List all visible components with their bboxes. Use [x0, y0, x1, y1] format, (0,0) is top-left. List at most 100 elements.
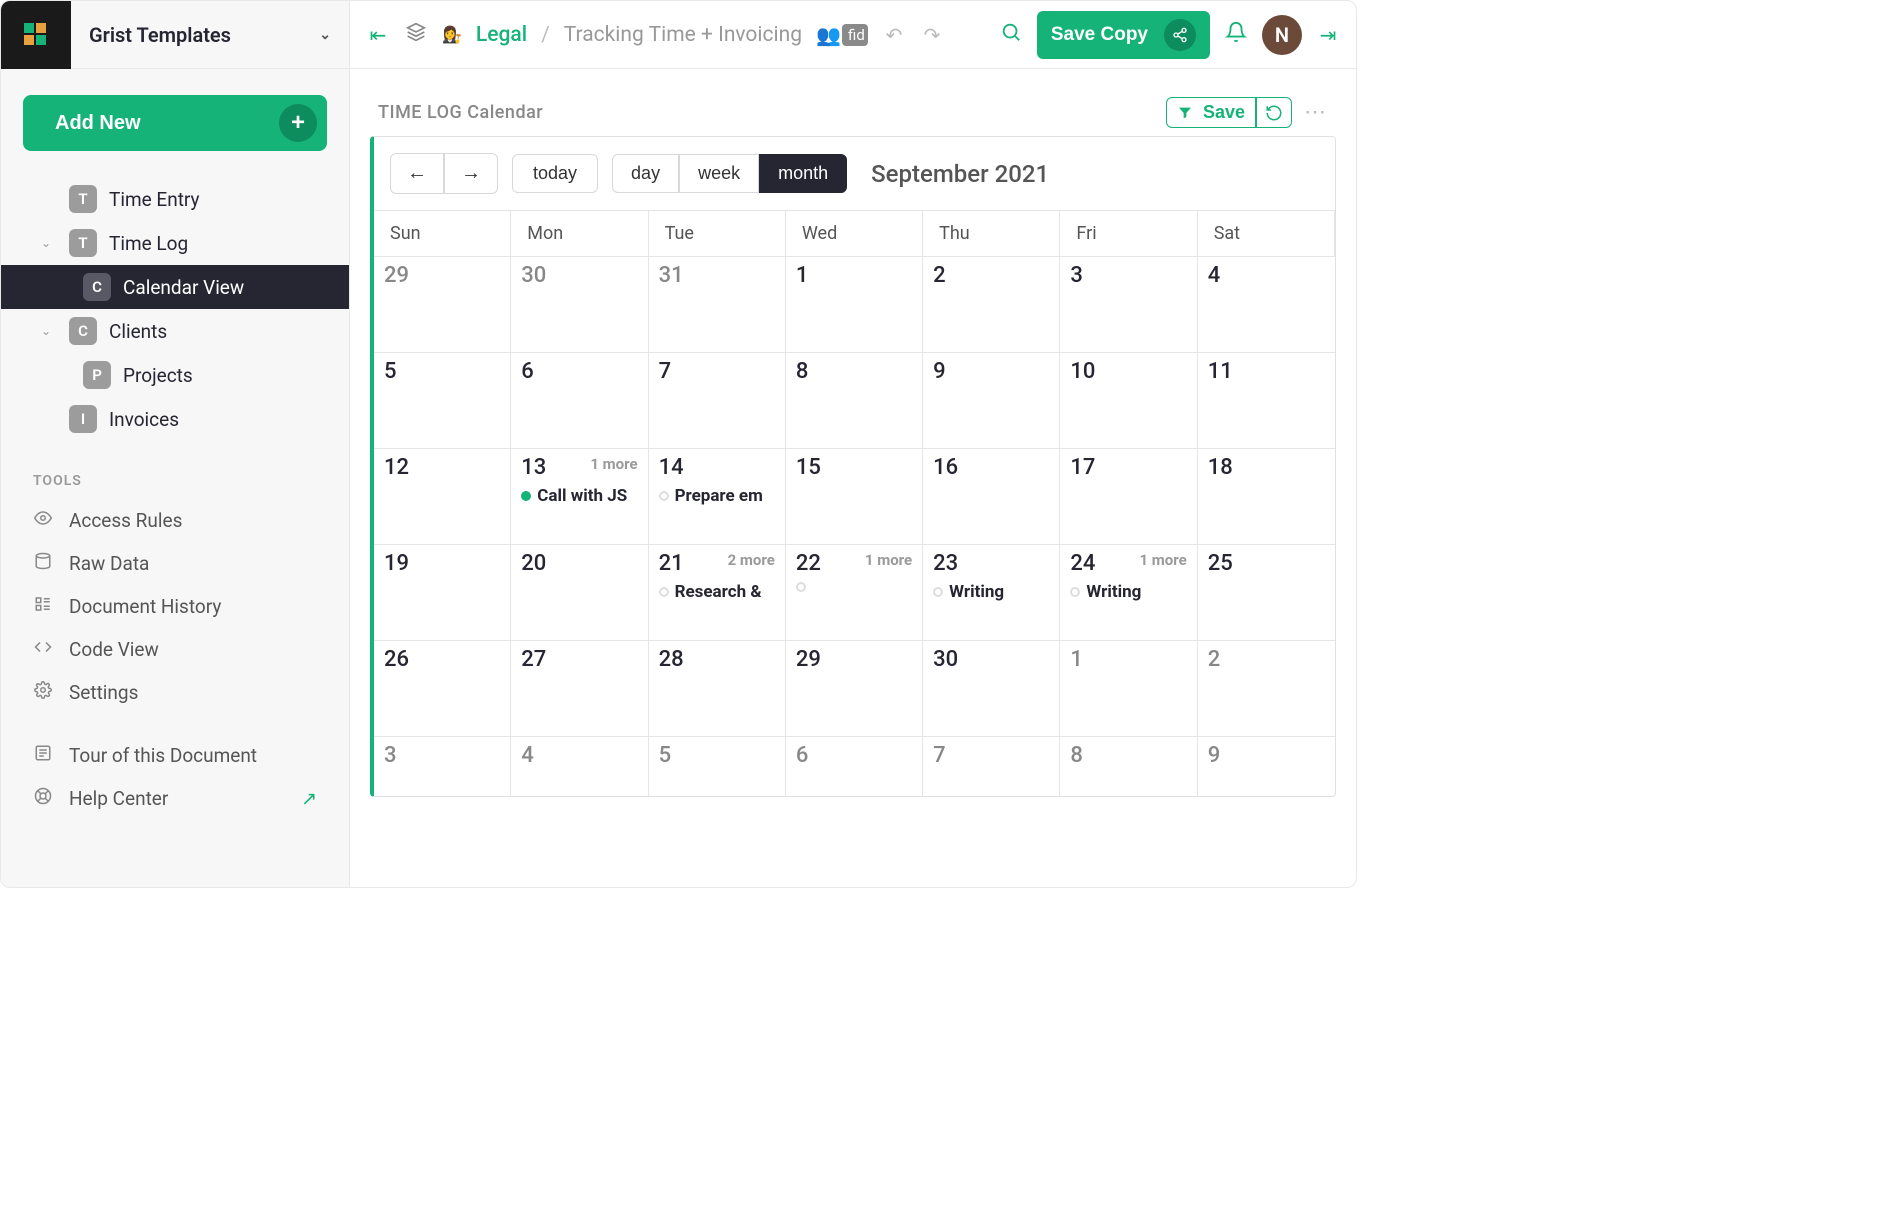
workspace-switcher[interactable]: Grist Templates ⌄	[71, 23, 349, 47]
tool-access-rules[interactable]: Access Rules	[1, 499, 349, 542]
calendar-day[interactable]: 18	[1198, 448, 1335, 544]
tool-code-view[interactable]: Code View	[1, 628, 349, 671]
calendar-day[interactable]: 12	[374, 448, 511, 544]
calendar-day[interactable]: 27	[511, 640, 648, 736]
nav-toggle-icon: ⌄	[41, 236, 57, 250]
more-badge[interactable]: 1 more	[590, 455, 637, 473]
calendar-day[interactable]: 1	[786, 256, 923, 352]
calendar-day[interactable]: 23Writing	[923, 544, 1060, 640]
users-indicator[interactable]: 👥 fid	[816, 23, 868, 47]
more-badge[interactable]: 1 more	[1139, 551, 1186, 569]
nav-item-projects[interactable]: PProjects	[1, 353, 349, 397]
calendar-day[interactable]: 19	[374, 544, 511, 640]
calendar-day[interactable]: 8	[786, 352, 923, 448]
calendar-event[interactable]	[796, 582, 912, 592]
section-menu-icon[interactable]: ⋯	[1304, 100, 1328, 125]
view-month-button[interactable]: month	[759, 154, 847, 193]
tool-settings[interactable]: Settings	[1, 671, 349, 714]
calendar-day[interactable]: 25	[1198, 544, 1335, 640]
more-badge[interactable]: 1 more	[865, 551, 912, 569]
collapse-right-icon[interactable]: ⇥	[1316, 23, 1340, 47]
calendar-day[interactable]: 20	[511, 544, 648, 640]
calendar-day[interactable]: 17	[1060, 448, 1197, 544]
undo-icon[interactable]: ↶	[882, 23, 906, 47]
calendar-title: September 2021	[871, 160, 1049, 188]
day-header: Sat	[1198, 210, 1335, 256]
app-logo[interactable]	[1, 1, 71, 69]
day-number: 17	[1070, 455, 1095, 480]
save-view-button[interactable]: Save	[1166, 97, 1256, 128]
calendar-day[interactable]: 8	[1060, 736, 1197, 796]
calendar-day[interactable]: 3	[1060, 256, 1197, 352]
calendar-day[interactable]: 29	[374, 256, 511, 352]
history-icon	[33, 595, 53, 618]
calendar-day[interactable]: 3	[374, 736, 511, 796]
calendar-day[interactable]: 30	[923, 640, 1060, 736]
calendar-event[interactable]: Prepare em	[659, 486, 775, 506]
calendar-day[interactable]: 2	[923, 256, 1060, 352]
calendar-day[interactable]: 28	[649, 640, 786, 736]
calendar-day[interactable]: 6	[786, 736, 923, 796]
calendar-day[interactable]: 4	[511, 736, 648, 796]
today-button[interactable]: today	[512, 154, 598, 193]
calendar-day[interactable]: 14Prepare em	[649, 448, 786, 544]
calendar-day[interactable]: 16	[923, 448, 1060, 544]
calendar-day[interactable]: 2	[1198, 640, 1335, 736]
nav-item-time-log[interactable]: ⌄TTime Log	[1, 221, 349, 265]
next-button[interactable]: →	[444, 153, 498, 194]
view-day-button[interactable]: day	[612, 154, 679, 193]
calendar-day[interactable]: 9	[923, 352, 1060, 448]
calendar-day[interactable]: 26	[374, 640, 511, 736]
calendar-day[interactable]: 31	[649, 256, 786, 352]
share-icon[interactable]	[1164, 19, 1196, 51]
calendar-day[interactable]: 1	[1060, 640, 1197, 736]
layers-icon[interactable]	[404, 22, 428, 47]
tool-raw-data[interactable]: Raw Data	[1, 542, 349, 585]
calendar-day[interactable]: 131 moreCall with JS	[511, 448, 648, 544]
calendar-event[interactable]: Call with JS	[521, 486, 637, 506]
breadcrumb-space[interactable]: Legal	[476, 23, 527, 47]
calendar-day[interactable]: 30	[511, 256, 648, 352]
calendar-event[interactable]: Research &	[659, 582, 775, 602]
prev-button[interactable]: ←	[390, 153, 444, 194]
collapse-left-icon[interactable]: ⇤	[366, 23, 390, 47]
add-new-button[interactable]: Add New +	[23, 95, 327, 151]
tool-tour-of-this-document[interactable]: Tour of this Document	[1, 734, 349, 777]
calendar-day[interactable]: 7	[649, 352, 786, 448]
view-week-button[interactable]: week	[679, 154, 759, 193]
more-badge[interactable]: 2 more	[728, 551, 775, 569]
nav-item-label: Calendar View	[123, 276, 244, 299]
calendar-day[interactable]: 5	[374, 352, 511, 448]
calendar-day[interactable]: 241 moreWriting	[1060, 544, 1197, 640]
calendar-day[interactable]: 7	[923, 736, 1060, 796]
breadcrumb-emoji: 👩‍⚖️	[442, 25, 462, 44]
day-number: 29	[384, 263, 409, 288]
search-icon[interactable]	[999, 21, 1023, 48]
calendar-day[interactable]: 221 more	[786, 544, 923, 640]
calendar-day[interactable]: 212 moreResearch &	[649, 544, 786, 640]
day-number: 6	[796, 743, 809, 768]
external-link-icon: ↗	[301, 787, 317, 810]
calendar-day[interactable]: 5	[649, 736, 786, 796]
calendar-day[interactable]: 29	[786, 640, 923, 736]
avatar[interactable]: N	[1262, 15, 1302, 55]
calendar-day[interactable]: 9	[1198, 736, 1335, 796]
nav-item-clients[interactable]: ⌄CClients	[1, 309, 349, 353]
redo-icon[interactable]: ↷	[920, 23, 944, 47]
nav-item-calendar-view[interactable]: CCalendar View	[1, 265, 349, 309]
calendar-day[interactable]: 6	[511, 352, 648, 448]
tool-help-center[interactable]: Help Center↗	[1, 777, 349, 820]
calendar-day[interactable]: 4	[1198, 256, 1335, 352]
revert-button[interactable]	[1256, 97, 1292, 128]
tool-document-history[interactable]: Document History	[1, 585, 349, 628]
calendar-day[interactable]: 11	[1198, 352, 1335, 448]
calendar-day[interactable]: 15	[786, 448, 923, 544]
calendar-event[interactable]: Writing	[933, 582, 1049, 602]
calendar-widget: ← → today day week month September 2021 …	[370, 136, 1336, 797]
nav-item-invoices[interactable]: IInvoices	[1, 397, 349, 441]
nav-item-time-entry[interactable]: TTime Entry	[1, 177, 349, 221]
calendar-event[interactable]: Writing	[1070, 582, 1186, 602]
bell-icon[interactable]	[1224, 21, 1248, 48]
save-copy-button[interactable]: Save Copy	[1037, 11, 1210, 59]
calendar-day[interactable]: 10	[1060, 352, 1197, 448]
